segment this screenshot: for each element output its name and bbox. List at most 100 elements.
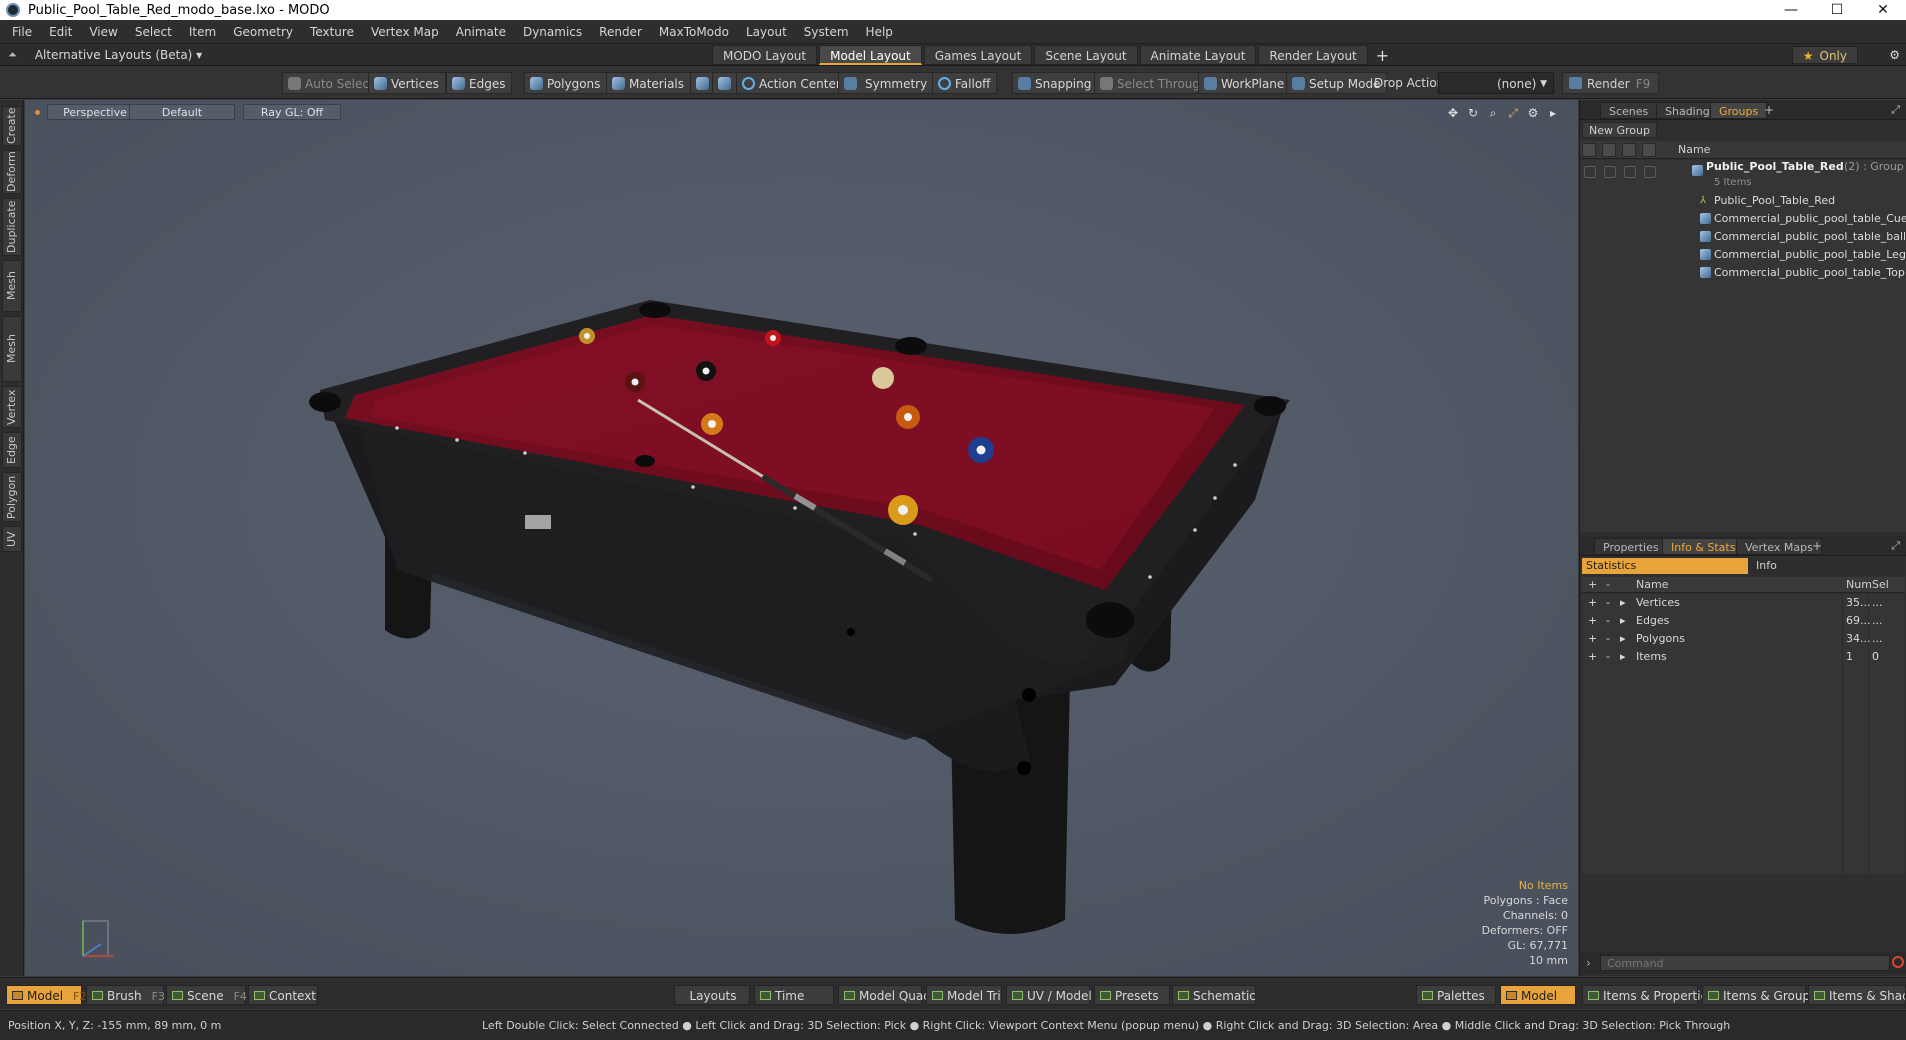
tab-scene-layout[interactable]: Scene Layout: [1034, 45, 1138, 65]
tab-vertex-maps[interactable]: Vertex Maps: [1736, 538, 1822, 555]
palettes-button[interactable]: Palettes: [1416, 985, 1496, 1005]
shading-mode-button[interactable]: Default: [129, 104, 235, 120]
workplane-button[interactable]: WorkPlane: [1198, 72, 1292, 94]
list-item[interactable]: Commercial_public_pool_table_Top: [1580, 264, 1906, 282]
falloff-button[interactable]: Falloff: [932, 72, 998, 94]
expand-panel-icon[interactable]: ⤢: [1891, 100, 1900, 120]
command-input[interactable]: [1600, 955, 1890, 971]
fit-icon[interactable]: ⤢: [1506, 106, 1520, 120]
collapse-row-button[interactable]: -: [1606, 630, 1610, 648]
settings-icon[interactable]: ⚙: [1526, 106, 1540, 120]
tree-arrow-icon[interactable]: ▸: [1620, 612, 1626, 630]
collapse-row-button[interactable]: -: [1606, 612, 1610, 630]
menu-dynamics[interactable]: Dynamics: [517, 20, 593, 44]
render-toggle[interactable]: [1604, 166, 1616, 178]
table-row[interactable]: + - ▸ Edges 69... ...: [1582, 612, 1905, 630]
tree-arrow-icon[interactable]: ▸: [1620, 648, 1626, 666]
list-item[interactable]: Commercial_public_pool_table_ball: [1580, 228, 1906, 246]
expand-all-header[interactable]: +: [1588, 577, 1597, 593]
context-button[interactable]: Context: [248, 985, 318, 1005]
time-button[interactable]: Time: [754, 985, 834, 1005]
menu-select[interactable]: Select: [129, 20, 183, 44]
zoom-icon[interactable]: ⌕: [1486, 106, 1500, 120]
items-properties-button[interactable]: Items & Properties: [1582, 985, 1714, 1005]
layouts-button[interactable]: Layouts: [674, 985, 750, 1005]
vertices-mode-button[interactable]: Vertices: [368, 72, 446, 94]
tab-render-layout[interactable]: Render Layout: [1258, 45, 1368, 65]
tab-mesh-edit[interactable]: Mesh Edit: [2, 260, 36, 312]
menu-edit[interactable]: Edit: [43, 20, 83, 44]
alternative-layouts-dropdown[interactable]: ⏶ Alternative Layouts (Beta) ▾: [8, 44, 202, 66]
table-row[interactable]: + - ▸ Vertices 35... ...: [1582, 594, 1905, 612]
tab-scenes[interactable]: Scenes: [1600, 102, 1658, 119]
select-column-icon[interactable]: [1642, 143, 1656, 157]
expand-row-button[interactable]: +: [1588, 648, 1597, 666]
add-layout-button[interactable]: +: [1376, 46, 1389, 65]
collapse-row-button[interactable]: -: [1606, 594, 1610, 612]
table-row[interactable]: + - ▸ Polygons 34... ...: [1582, 630, 1905, 648]
menu-help[interactable]: Help: [860, 20, 904, 44]
tab-uv[interactable]: UV: [2, 526, 22, 552]
pan-icon[interactable]: ✥: [1446, 106, 1460, 120]
menu-system[interactable]: System: [798, 20, 860, 44]
raygl-toggle[interactable]: Ray GL: Off: [243, 104, 341, 120]
tab-deform[interactable]: Deform: [2, 150, 22, 194]
tab-animate-layout[interactable]: Animate Layout: [1139, 45, 1257, 65]
model-quad-button[interactable]: Model Quad: [838, 985, 931, 1005]
list-item[interactable]: Commercial_public_pool_table_Cue: [1580, 210, 1906, 228]
list-item[interactable]: Commercial_public_pool_table_Leg: [1580, 246, 1906, 264]
menu-view[interactable]: View: [83, 20, 128, 44]
drop-action-select[interactable]: (none) ▼: [1438, 72, 1554, 94]
pivot-mode-button[interactable]: [712, 72, 738, 94]
expand-row-button[interactable]: +: [1588, 630, 1597, 648]
render-button[interactable]: Render F9: [1562, 72, 1660, 94]
expand-row-button[interactable]: +: [1588, 594, 1597, 612]
materials-mode-button[interactable]: Materials: [606, 72, 692, 94]
menu-maxtomodo[interactable]: MaxToModo: [653, 20, 740, 44]
tree-arrow-icon[interactable]: ▸: [1620, 630, 1626, 648]
collapse-arrow-icon[interactable]: ⏶: [8, 44, 17, 66]
close-button[interactable]: ✕: [1860, 0, 1906, 20]
schematic-button[interactable]: Schematic: [1172, 985, 1256, 1005]
tab-mesh-fusion[interactable]: Mesh Fusion: [2, 316, 36, 382]
visibility-toggle[interactable]: [1584, 166, 1596, 178]
collapse-row-button[interactable]: -: [1606, 648, 1610, 666]
tab-info[interactable]: Info: [1752, 558, 1902, 574]
symmetry-button[interactable]: Symmetry: [838, 72, 935, 94]
group-row[interactable]: Public_Pool_Table_Red (2) : Group 5 Item…: [1580, 160, 1906, 188]
scene-mode-button[interactable]: Scene F4: [166, 985, 247, 1005]
lock-toggle[interactable]: [1624, 166, 1636, 178]
maximize-button[interactable]: ☐: [1814, 0, 1860, 20]
edges-mode-button[interactable]: Edges: [446, 72, 513, 94]
lock-icon[interactable]: [1622, 143, 1636, 157]
action-center-button[interactable]: Action Center: [736, 72, 848, 94]
menu-item[interactable]: Item: [183, 20, 227, 44]
add-tab-icon[interactable]: +: [1764, 100, 1774, 120]
uv-model-button[interactable]: UV / Model: [1006, 985, 1092, 1005]
auto-select-button[interactable]: Auto Select: [282, 72, 381, 94]
tab-statistics[interactable]: Statistics: [1582, 558, 1748, 574]
table-row[interactable]: + - ▸ Items 1 0: [1582, 648, 1905, 666]
presets-button[interactable]: Presets: [1094, 985, 1170, 1005]
items-groups-button[interactable]: Items & Groups: [1702, 985, 1816, 1005]
menu-vertex-map[interactable]: Vertex Map: [365, 20, 450, 44]
select-through-button[interactable]: Select Through: [1094, 72, 1215, 94]
brush-mode-button[interactable]: Brush F3: [86, 985, 165, 1005]
eye-icon[interactable]: [1582, 143, 1596, 157]
tab-edge[interactable]: Edge: [2, 432, 22, 468]
command-history-icon[interactable]: ›: [1586, 952, 1591, 974]
render-column-icon[interactable]: [1602, 143, 1616, 157]
tab-duplicate[interactable]: Duplicate: [2, 198, 22, 256]
menu-file[interactable]: File: [6, 20, 43, 44]
tab-model-layout[interactable]: Model Layout: [819, 45, 922, 65]
menu-animate[interactable]: Animate: [450, 20, 517, 44]
tab-games-layout[interactable]: Games Layout: [923, 45, 1033, 65]
model-tri-button[interactable]: Model Tri: [926, 985, 1002, 1005]
expand-arrow-icon[interactable]: ▸: [1546, 106, 1560, 120]
rotate-icon[interactable]: ↻: [1466, 106, 1480, 120]
tab-vertex[interactable]: Vertex: [2, 386, 22, 428]
model-mode-button[interactable]: Model F2: [6, 985, 86, 1005]
tab-groups[interactable]: Groups: [1710, 102, 1768, 119]
snapping-button[interactable]: Snapping: [1012, 72, 1099, 94]
tab-create[interactable]: Create: [2, 106, 22, 146]
